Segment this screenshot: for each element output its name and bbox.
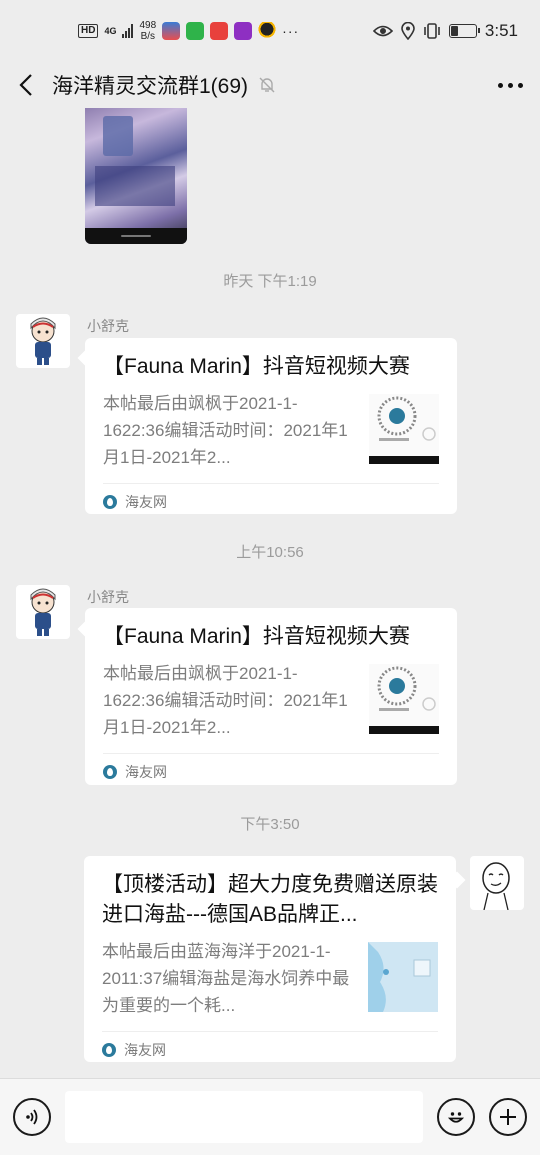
- card-title: 【Fauna Marin】抖音短视频大赛: [103, 355, 410, 378]
- battery-icon: [448, 24, 480, 38]
- card-footer: 海友网: [103, 483, 439, 519]
- chat-area[interactable]: 昨天 下午1:19 小舒克 【Fauna Marin】抖音短视频大赛 本帖最后由…: [0, 108, 540, 1078]
- plus-button[interactable]: [489, 1098, 527, 1136]
- card-source: 海友网: [125, 493, 167, 510]
- emoji-button[interactable]: [437, 1098, 475, 1136]
- qr-thumbnail-icon: [369, 394, 439, 464]
- app-notify-icon-1: [162, 22, 181, 40]
- link-card[interactable]: 【Fauna Marin】抖音短视频大赛 本帖最后由飒枫于2021-1-1622…: [85, 338, 457, 514]
- qr-thumbnail-icon: [369, 664, 439, 734]
- status-bar: HD 4G 498 B/s ··· 3:51: [0, 0, 540, 62]
- voice-button[interactable]: [13, 1098, 51, 1136]
- vibrate-icon: [424, 23, 440, 39]
- avatar-cartoon-icon: [30, 588, 56, 636]
- timestamp: 昨天 下午1:19: [223, 273, 317, 290]
- mute-bell-icon: [259, 77, 275, 93]
- input-bar: [0, 1078, 540, 1155]
- network-type: 4G: [104, 25, 117, 36]
- link-card[interactable]: 【Fauna Marin】抖音短视频大赛 本帖最后由飒枫于2021-1-1622…: [85, 608, 457, 785]
- speed-unit: B/s: [140, 31, 156, 42]
- image-caption-bar: [85, 228, 187, 244]
- link-card[interactable]: 【顶楼活动】超大力度免费赠送原装进口海盐---德国AB品牌正... 本帖最后由蓝…: [84, 856, 456, 1062]
- card-source: 海友网: [125, 763, 167, 780]
- card-footer: 海友网: [102, 1031, 438, 1067]
- timestamp: 下午3:50: [240, 816, 300, 833]
- more-dot: [507, 82, 513, 88]
- hd-badge: HD: [78, 24, 99, 38]
- image-message[interactable]: [85, 108, 187, 244]
- status-right: 3:51: [372, 21, 518, 41]
- source-logo-icon: [103, 494, 117, 509]
- card-thumbnail: [369, 664, 439, 734]
- app-notify-icon-4: [234, 22, 253, 40]
- image-content-shape: [103, 116, 133, 156]
- avatar-sketch-face-icon: [482, 862, 510, 910]
- card-footer: 海友网: [103, 753, 439, 789]
- clock: 3:51: [484, 21, 518, 40]
- emoji-icon: [447, 1112, 465, 1123]
- message-input[interactable]: [65, 1091, 423, 1143]
- more-notifications-icon: ···: [282, 23, 300, 39]
- sender-name: 小舒克: [87, 318, 129, 334]
- plus-icon: [500, 1109, 516, 1125]
- card-description: 本帖最后由飒枫于2021-1-1622:36编辑活动时间：2021年1月1日-2…: [103, 394, 348, 467]
- avatar-cartoon-icon: [30, 317, 56, 365]
- speed-value: 498: [139, 20, 157, 31]
- chat-title: 海洋精灵交流群1(69): [52, 75, 249, 98]
- eye-icon: [372, 25, 393, 37]
- location-icon: [401, 22, 415, 40]
- card-description: 本帖最后由蓝海海洋于2021-1-2011:37编辑海盐是海水饲养中最为重要的一…: [102, 942, 350, 1015]
- image-content-shape: [95, 166, 175, 206]
- card-thumbnail: [369, 394, 439, 464]
- source-logo-icon: [102, 1042, 116, 1057]
- card-body: 本帖最后由蓝海海洋于2021-1-2011:37编辑海盐是海水饲养中最为重要的一…: [102, 938, 438, 1019]
- more-dot: [517, 82, 523, 88]
- sender-name: 小舒克: [87, 589, 129, 605]
- source-logo-icon: [103, 764, 117, 779]
- card-body: 本帖最后由飒枫于2021-1-1622:36编辑活动时间：2021年1月1日-2…: [103, 660, 439, 741]
- more-dot: [497, 82, 503, 88]
- map-thumbnail-icon: [368, 942, 438, 1012]
- battery-level: [450, 26, 458, 36]
- back-button[interactable]: [0, 62, 52, 108]
- signal-icon: [122, 24, 134, 38]
- timestamp: 上午10:56: [236, 544, 304, 561]
- app-notify-icon-3: [210, 22, 229, 40]
- qq-icon: [258, 22, 277, 40]
- card-thumbnail: [368, 942, 438, 1012]
- card-title: 【Fauna Marin】抖音短视频大赛: [103, 625, 410, 648]
- self-avatar[interactable]: [470, 856, 524, 910]
- network-speed: 498 B/s: [139, 20, 156, 42]
- avatar[interactable]: [16, 585, 70, 639]
- voice-icon: [26, 1109, 38, 1125]
- back-icon: [19, 74, 32, 96]
- card-source: 海友网: [124, 1041, 166, 1058]
- card-description: 本帖最后由飒枫于2021-1-1622:36编辑活动时间：2021年1月1日-2…: [103, 664, 348, 737]
- card-body: 本帖最后由飒枫于2021-1-1622:36编辑活动时间：2021年1月1日-2…: [103, 390, 439, 471]
- status-left: HD 4G 498 B/s ···: [78, 20, 299, 42]
- card-title: 【顶楼活动】超大力度免费赠送原装进口海盐---德国AB品牌正...: [102, 873, 438, 926]
- chat-header: 海洋精灵交流群1(69): [0, 62, 540, 108]
- app-notify-icon-2: [186, 22, 205, 40]
- more-button[interactable]: [480, 62, 540, 108]
- avatar[interactable]: [16, 314, 70, 368]
